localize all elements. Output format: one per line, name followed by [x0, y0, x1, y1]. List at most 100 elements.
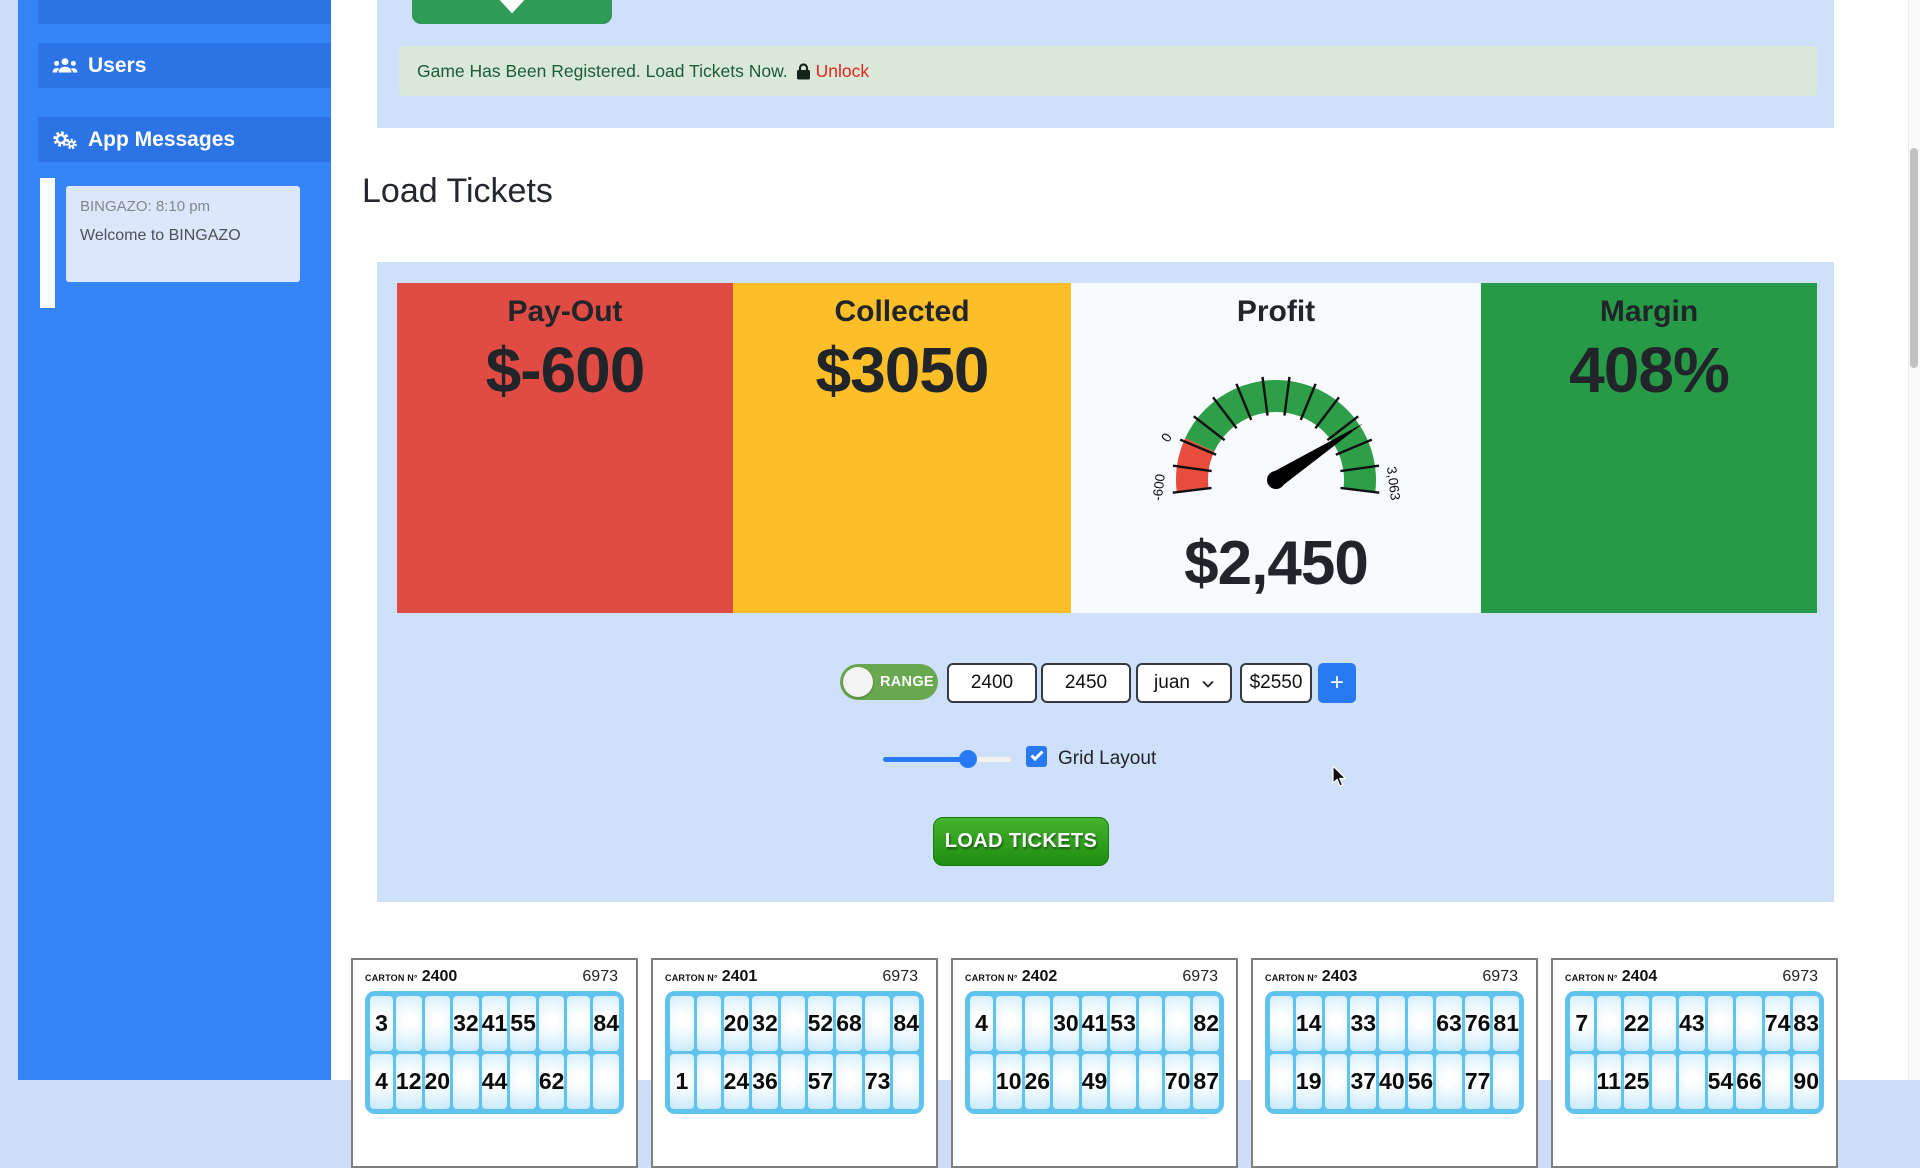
bingo-cell [970, 1054, 993, 1109]
bingo-cell: 83 [1793, 996, 1819, 1051]
grid-layout-checkbox[interactable] [1026, 746, 1047, 767]
price-input[interactable] [1240, 663, 1312, 703]
carton-serial: 6973 [882, 968, 918, 986]
bingo-cell [893, 1054, 919, 1109]
carton-number: 2403 [1322, 968, 1358, 986]
toggle-knob[interactable] [843, 667, 873, 697]
page-title: Load Tickets [362, 172, 553, 211]
bingo-cell: 70 [1165, 1054, 1191, 1109]
bingo-cell: 44 [482, 1054, 508, 1109]
bingo-cell [697, 996, 721, 1051]
bingo-cell: 26 [1025, 1054, 1051, 1109]
bingo-cell: 62 [539, 1054, 565, 1109]
bingo-grid: 2032526884124365773 [665, 991, 924, 1114]
bingo-cell [1270, 996, 1293, 1051]
bingo-cell [567, 996, 590, 1051]
bingo-cell: 20 [724, 996, 750, 1051]
bingo-cell [1493, 1054, 1519, 1109]
svg-text:0: 0 [1158, 430, 1175, 444]
seller-select[interactable]: juan [1136, 663, 1232, 703]
scrollbar-thumb[interactable] [1910, 148, 1918, 368]
bingo-card[interactable]: CARTON N° 2400 6973 332415584412204462 [351, 958, 638, 1168]
bingo-cell: 66 [1736, 1054, 1762, 1109]
range-to-input[interactable] [1041, 663, 1131, 703]
bingo-cell [1053, 1054, 1079, 1109]
carton-serial: 6973 [1782, 968, 1818, 986]
svg-text:3,063: 3,063 [1384, 465, 1403, 500]
add-range-button[interactable]: + [1318, 663, 1356, 703]
bingo-cell [1570, 1054, 1594, 1109]
bingo-cell: 40 [1379, 1054, 1405, 1109]
sidebar-item-app-messages[interactable]: App Messages [38, 117, 331, 162]
bingo-cell: 87 [1193, 1054, 1219, 1109]
bingo-card[interactable]: CARTON N° 2404 6973 7224374831125546690 [1551, 958, 1838, 1168]
bingo-card[interactable]: CARTON N° 2401 6973 2032526884124365773 [651, 958, 938, 1168]
carton-label: CARTON N° [1265, 973, 1318, 983]
bingo-cell: 32 [752, 996, 778, 1051]
message-accent-bar [40, 178, 55, 308]
carton-number: 2404 [1622, 968, 1658, 986]
bingo-cell: 53 [1110, 996, 1136, 1051]
bingo-cell: 11 [1597, 1054, 1621, 1109]
bingo-cell [396, 996, 422, 1051]
bingo-card[interactable]: CARTON N° 2403 6973 14336376811937405677 [1251, 958, 1538, 1168]
sidebar-item-users[interactable]: Users [38, 43, 331, 88]
bingo-grid: 332415584412204462 [365, 991, 624, 1114]
bingo-cell: 56 [1408, 1054, 1434, 1109]
bingo-cell: 82 [1193, 996, 1219, 1051]
bingo-cell: 68 [836, 996, 862, 1051]
bingo-cell: 12 [396, 1054, 422, 1109]
range-toggle-label: RANGE [880, 674, 934, 690]
slider-thumb[interactable] [959, 750, 977, 768]
bingo-cell [539, 996, 565, 1051]
bingo-cell: 90 [1793, 1054, 1819, 1109]
chevron-down-icon [1202, 672, 1214, 694]
bingo-cell [1325, 996, 1348, 1051]
margin-label: Margin [1600, 295, 1698, 329]
bingo-cell [670, 996, 694, 1051]
bingo-cell: 4 [970, 996, 993, 1051]
sidebar-item-top-partial[interactable] [38, 0, 331, 24]
grid-layout-label: Grid Layout [1058, 748, 1156, 770]
bingo-cell: 43 [1679, 996, 1705, 1051]
carton-label: CARTON N° [1565, 973, 1618, 983]
plus-icon: + [1330, 669, 1344, 697]
profit-value: $2,450 [1184, 528, 1368, 599]
bingo-cell [781, 1054, 805, 1109]
bingo-cell: 20 [425, 1054, 451, 1109]
carton-number: 2400 [422, 968, 458, 986]
sidebar-item-label: App Messages [88, 128, 235, 152]
app-message-bubble: BINGAZO: 8:10 pm Welcome to BINGAZO [66, 186, 300, 282]
bingo-grid: 7224374831125546690 [1565, 991, 1824, 1114]
bingo-cell: 14 [1296, 996, 1322, 1051]
registered-alert: Game Has Been Registered. Load Tickets N… [399, 46, 1817, 96]
bingo-cell: 84 [893, 996, 919, 1051]
bingo-cell [1436, 1054, 1462, 1109]
bingo-cell: 84 [593, 996, 619, 1051]
payout-value: $-600 [486, 333, 645, 407]
bingo-cell [836, 1054, 862, 1109]
bingo-cell [1139, 1054, 1162, 1109]
range-toggle[interactable]: RANGE [840, 664, 938, 700]
bingo-cell [1736, 996, 1762, 1051]
bingo-cell: 4 [370, 1054, 393, 1109]
load-tickets-button-label: LOAD TICKETS [945, 830, 1098, 853]
message-meta: BINGAZO: 8:10 pm [80, 198, 286, 215]
carton-label: CARTON N° [965, 973, 1018, 983]
bingo-cell: 63 [1436, 996, 1462, 1051]
load-tickets-button[interactable]: LOAD TICKETS [933, 817, 1109, 866]
profit-gauge: -600 0 3,063 [1142, 350, 1410, 508]
registered-button[interactable] [412, 0, 612, 24]
seller-selected-value: juan [1154, 672, 1190, 694]
bingo-cell: 52 [808, 996, 834, 1051]
size-slider[interactable] [883, 750, 1011, 768]
bingo-card[interactable]: CARTON N° 2402 6973 4304153821026497087 [951, 958, 1238, 1168]
bingo-cell: 3 [370, 996, 393, 1051]
profit-panel: Profit -600 0 3,063 $2,450 [1071, 283, 1481, 613]
bingo-cell: 7 [1570, 996, 1594, 1051]
carton-number: 2402 [1022, 968, 1058, 986]
range-from-input[interactable] [947, 663, 1037, 703]
unlock-link[interactable]: Unlock [816, 61, 870, 82]
carton-serial: 6973 [1482, 968, 1518, 986]
bingo-cell [1165, 996, 1191, 1051]
